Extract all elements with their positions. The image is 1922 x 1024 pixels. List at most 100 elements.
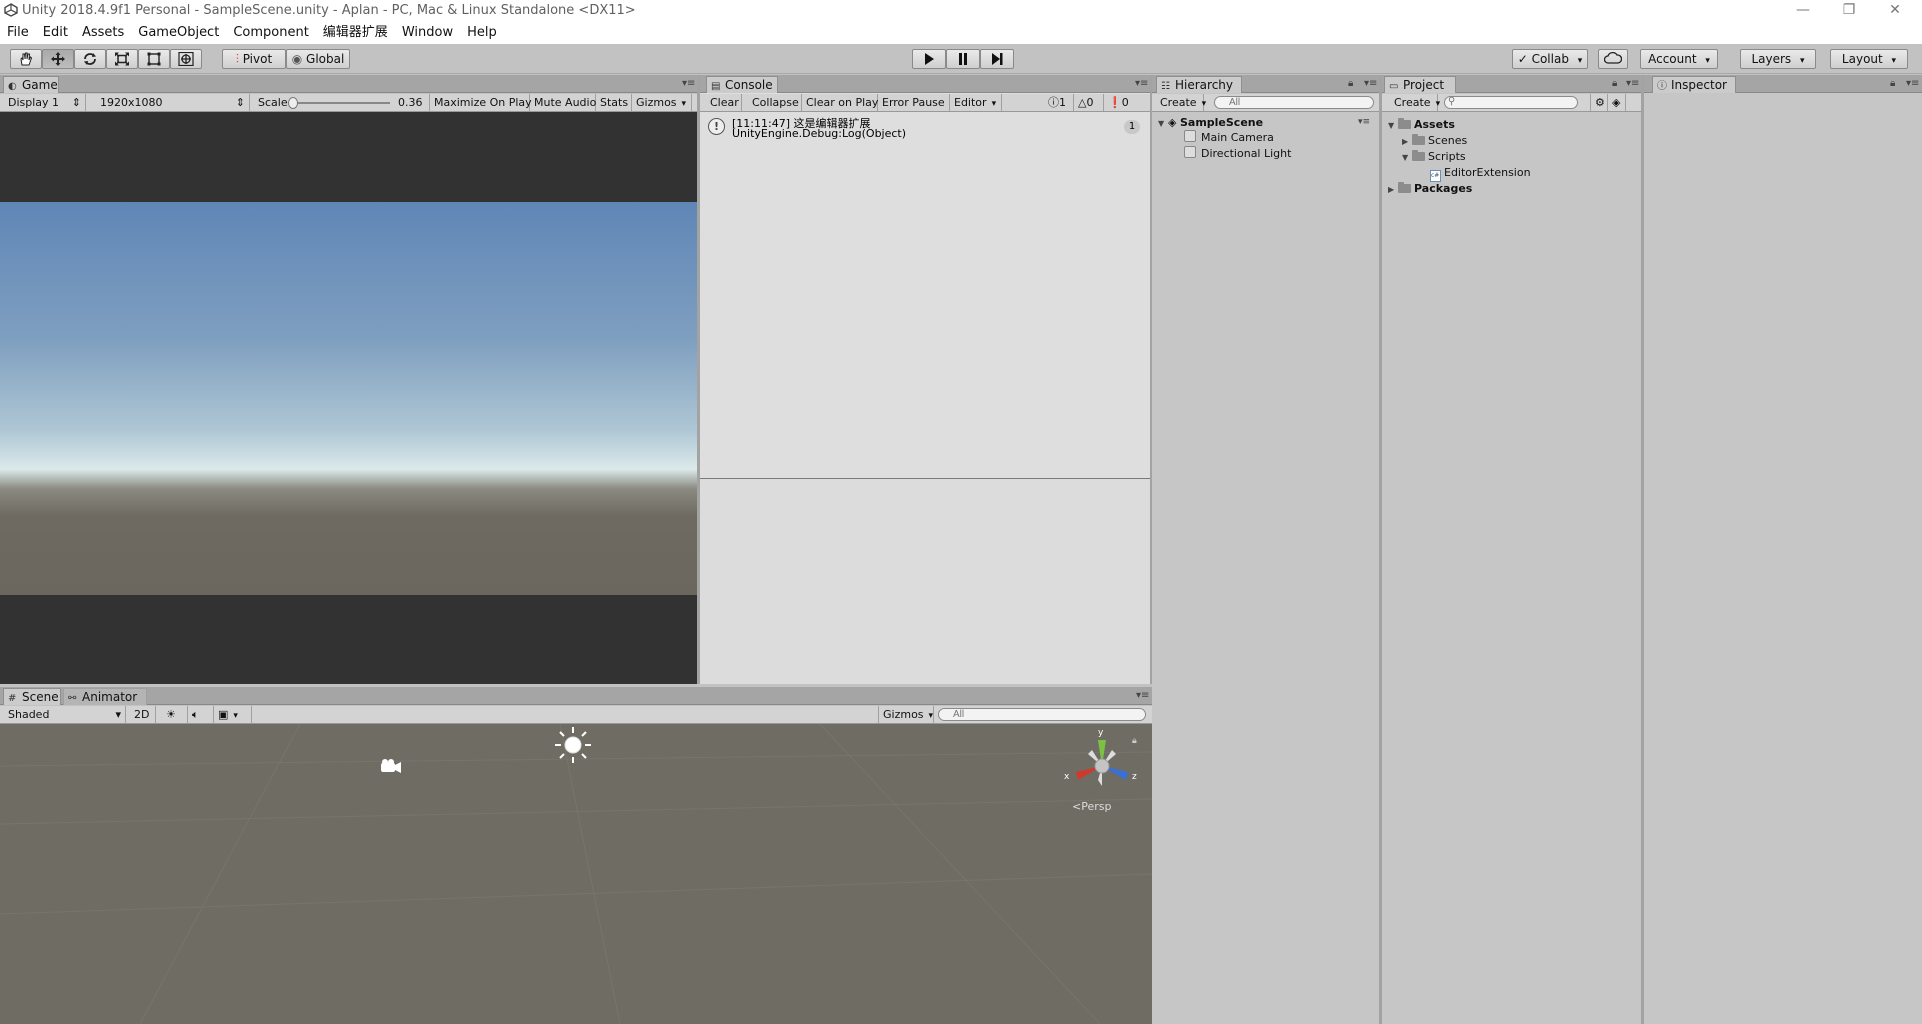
filter-by-label-button[interactable]: ◈ (1608, 94, 1626, 111)
scene-gizmos-dropdown[interactable]: Gizmos (878, 706, 934, 723)
warning-filter-toggle[interactable]: △0 (1074, 94, 1104, 111)
hand-icon (20, 52, 33, 66)
expanded-arrow-icon: ▼ (1388, 121, 1395, 130)
menu-editor-extension[interactable]: 编辑器扩展 (316, 22, 395, 44)
game-gizmos-dropdown[interactable]: Gizmos (632, 94, 692, 111)
error-count: 0 (1121, 96, 1129, 109)
panel-menu-icon[interactable]: ▾≡ (1135, 78, 1148, 89)
transform-tool-button[interactable] (170, 49, 202, 69)
folder-icon (1398, 182, 1411, 193)
light-gizmo-icon[interactable] (552, 724, 594, 766)
persp-label[interactable]: <Persp (1072, 800, 1111, 813)
tab-console[interactable]: ▤ Console (706, 76, 778, 93)
scene-effects-dropdown[interactable]: ▣ (214, 706, 252, 723)
editor-dropdown[interactable]: Editor (950, 94, 1002, 111)
stats-toggle[interactable]: Stats (596, 94, 632, 111)
game-view[interactable] (0, 112, 697, 684)
restore-button[interactable]: ❐ (1826, 0, 1872, 22)
resolution-dropdown[interactable]: 1920x1080 ⇕ (90, 94, 250, 111)
rotate-tool-button[interactable] (74, 49, 106, 69)
project-folder-scripts[interactable]: ▼ Scripts (1402, 150, 1466, 163)
layout-dropdown[interactable]: Layout (1830, 49, 1908, 69)
tab-scene[interactable]: # Scene (3, 688, 61, 705)
orientation-gizmo[interactable]: y x z 🔒︎ (1062, 728, 1142, 800)
cloud-button[interactable] (1598, 49, 1628, 69)
camera-gizmo-icon[interactable] (379, 758, 403, 776)
lock-icon[interactable]: 🔒︎ (1612, 78, 1617, 89)
play-button[interactable] (912, 49, 946, 69)
menu-edit[interactable]: Edit (36, 22, 75, 44)
gizmo-lock-icon[interactable]: 🔒︎ (1132, 736, 1137, 746)
move-tool-button[interactable] (42, 49, 74, 69)
account-dropdown[interactable]: Account (1640, 49, 1718, 69)
2d-toggle[interactable]: 2D (130, 706, 156, 723)
menu-component[interactable]: Component (226, 22, 315, 44)
tab-hierarchy[interactable]: ☷ Hierarchy (1156, 76, 1242, 93)
project-folder-assets[interactable]: ▼ Assets (1388, 118, 1455, 131)
menu-file[interactable]: File (0, 22, 36, 44)
scene-search-input[interactable] (938, 708, 1146, 721)
close-button[interactable]: ✕ (1872, 0, 1918, 22)
display-dropdown[interactable]: Display 1 ⇕ (4, 94, 86, 111)
scene-menu-icon[interactable]: ▾≡ (1358, 116, 1370, 129)
filter-by-type-button[interactable]: ⚙ (1590, 94, 1608, 111)
menu-help[interactable]: Help (460, 22, 504, 44)
panel-menu-icon[interactable]: ▾≡ (682, 78, 695, 89)
project-folder-packages[interactable]: ▶ Packages (1388, 182, 1472, 195)
hierarchy-icon: ☷ (1161, 81, 1170, 92)
scene-view[interactable]: y x z 🔒︎ <Persp (0, 724, 1152, 1024)
step-button[interactable] (980, 49, 1014, 69)
menu-gameobject[interactable]: GameObject (131, 22, 226, 44)
hierarchy-create-dropdown[interactable]: Create (1156, 94, 1204, 111)
panel-menu-icon[interactable]: ▾≡ (1364, 78, 1377, 89)
global-toggle[interactable]: ◉ Global (286, 49, 350, 69)
scale-slider-track[interactable] (290, 102, 390, 104)
info-filter-toggle[interactable]: ⓘ1 (1044, 94, 1074, 111)
menu-window[interactable]: Window (395, 22, 460, 44)
tab-animator[interactable]: ⚯ Animator (63, 688, 147, 705)
console-log-entry[interactable]: ! [11:11:47] 这是编辑器扩展 UnityEngine.Debug:L… (700, 114, 1150, 142)
pivot-toggle[interactable]: ⫶ Pivot (222, 49, 286, 69)
hierarchy-item-directional-light[interactable]: Directional Light (1184, 146, 1291, 160)
pause-button[interactable] (946, 49, 980, 69)
layers-dropdown[interactable]: Layers (1740, 49, 1816, 69)
expanded-arrow-icon: ▼ (1402, 153, 1409, 162)
project-file-editor-extension[interactable]: c# EditorExtension (1430, 166, 1531, 182)
maximize-on-play-toggle[interactable]: Maximize On Play (430, 94, 532, 111)
console-collapse-toggle[interactable]: Collapse (748, 94, 802, 111)
cloud-icon (1604, 52, 1622, 64)
scene-root-row[interactable]: ▼ ◈ SampleScene ▾≡ (1158, 116, 1376, 129)
lock-icon[interactable]: 🔒︎ (1348, 78, 1353, 89)
menu-assets[interactable]: Assets (75, 22, 131, 44)
clear-on-play-toggle[interactable]: Clear on Play (802, 94, 878, 111)
minimize-button[interactable]: — (1780, 0, 1826, 22)
panel-menu-icon[interactable]: ▾≡ (1136, 690, 1149, 701)
tab-game[interactable]: ◐ Game (3, 76, 59, 93)
project-folder-icon: ▭ (1389, 81, 1399, 92)
project-tabstrip: ▭ Project 🔒︎ ▾≡ (1382, 75, 1641, 93)
error-filter-toggle[interactable]: ❗0 (1104, 94, 1136, 111)
project-create-dropdown[interactable]: Create (1390, 94, 1438, 111)
error-pause-toggle[interactable]: Error Pause (878, 94, 950, 111)
tab-inspector[interactable]: ⓘ Inspector (1652, 76, 1736, 93)
scale-slider-thumb[interactable] (288, 97, 298, 109)
shading-mode-dropdown[interactable]: Shaded ▾ (4, 706, 126, 723)
mute-audio-toggle[interactable]: Mute Audio (530, 94, 596, 111)
scale-tool-button[interactable] (106, 49, 138, 69)
panel-menu-icon[interactable]: ▾≡ (1906, 78, 1919, 89)
scene-lighting-toggle[interactable]: ☀ (162, 706, 188, 723)
collab-dropdown[interactable]: ✓ Collab (1512, 49, 1588, 69)
hierarchy-item-main-camera[interactable]: Main Camera (1184, 130, 1274, 144)
project-search-input[interactable] (1444, 96, 1578, 109)
panel-menu-icon[interactable]: ▾≡ (1626, 78, 1639, 89)
console-clear-button[interactable]: Clear (706, 94, 742, 111)
tab-hierarchy-label: Hierarchy (1175, 78, 1234, 92)
project-folder-scenes[interactable]: ▶ Scenes (1402, 134, 1467, 147)
lock-icon[interactable]: 🔒︎ (1890, 78, 1895, 89)
hand-tool-button[interactable] (10, 49, 42, 69)
rect-tool-button[interactable] (138, 49, 170, 69)
scene-audio-toggle[interactable]: 🔈︎ (188, 706, 214, 723)
hierarchy-search-input[interactable] (1214, 96, 1374, 109)
tab-project[interactable]: ▭ Project (1384, 76, 1456, 93)
collapsed-arrow-icon: ▶ (1388, 185, 1395, 194)
